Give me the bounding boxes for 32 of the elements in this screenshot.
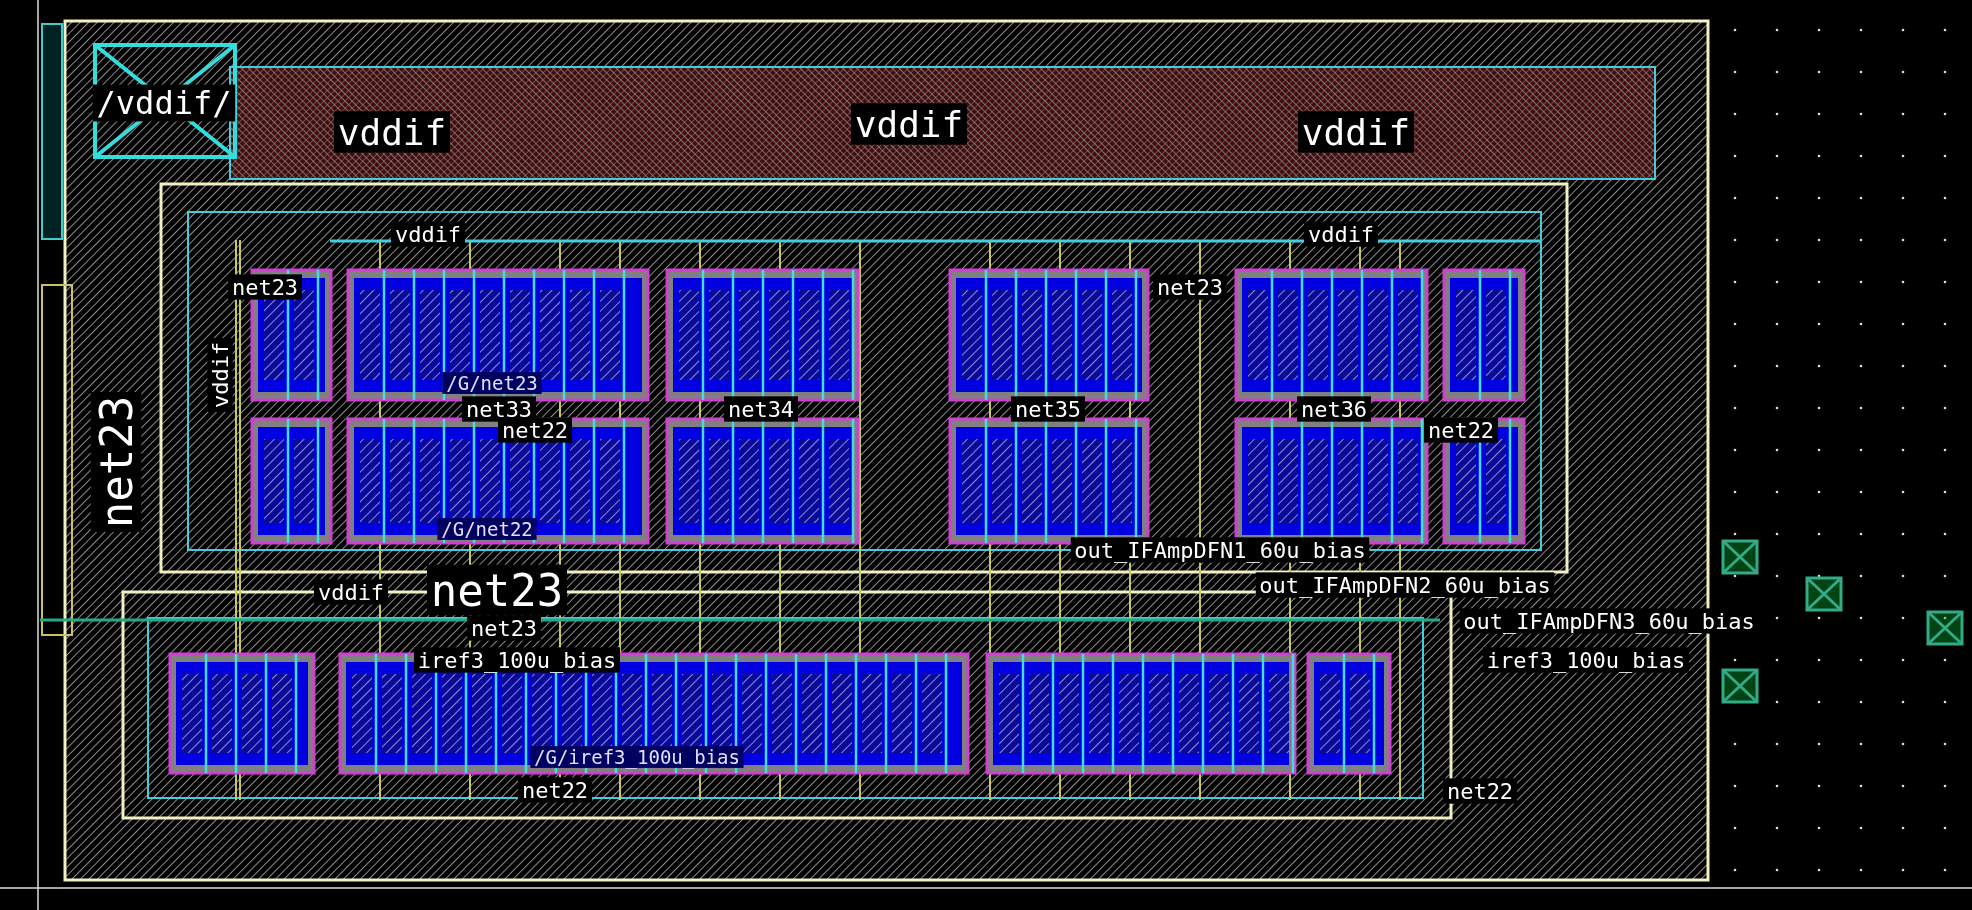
pin-x-icon	[1721, 668, 1759, 704]
net-label: net23	[90, 392, 142, 532]
net-label: out_IFAmpDFN2_60u_bias	[1255, 572, 1555, 598]
net-label: net23	[427, 564, 567, 616]
net-label: net23	[1153, 274, 1227, 300]
device-label: /G/net23	[442, 372, 542, 394]
net-label: out_IFAmpDFN1_60u_bias	[1070, 537, 1370, 563]
net-label: iref3_100u_bias	[414, 647, 620, 673]
net-label: net33	[462, 396, 536, 422]
net-label: vddif	[314, 579, 388, 605]
pin-x-icon	[1926, 610, 1964, 646]
net-label: net36	[1297, 396, 1371, 422]
net-label: net22	[498, 417, 572, 443]
net-label: vddif	[1298, 111, 1414, 153]
net-label: net35	[1011, 396, 1085, 422]
net-label: vddif	[207, 338, 233, 412]
device-label: /G/net22	[437, 518, 537, 540]
net-label: vddif	[851, 103, 967, 145]
net-label: net23	[467, 615, 541, 641]
device-label: /G/iref3_100u_bias	[530, 746, 744, 768]
net-label: net23	[228, 274, 302, 300]
pin-label: /vddif/	[92, 84, 236, 122]
net-label: iref3_100u_bias	[1483, 647, 1689, 673]
pin-x-icon	[1805, 576, 1843, 612]
net-label: net34	[724, 396, 798, 422]
net-label: net22	[1424, 417, 1498, 443]
pin-x-icon	[1721, 539, 1759, 575]
net-label: vddif	[334, 111, 450, 153]
net-label: vddif	[1304, 221, 1378, 247]
net-label: net22	[1443, 778, 1517, 804]
net-label: net22	[518, 777, 592, 803]
net-label: vddif	[391, 221, 465, 247]
